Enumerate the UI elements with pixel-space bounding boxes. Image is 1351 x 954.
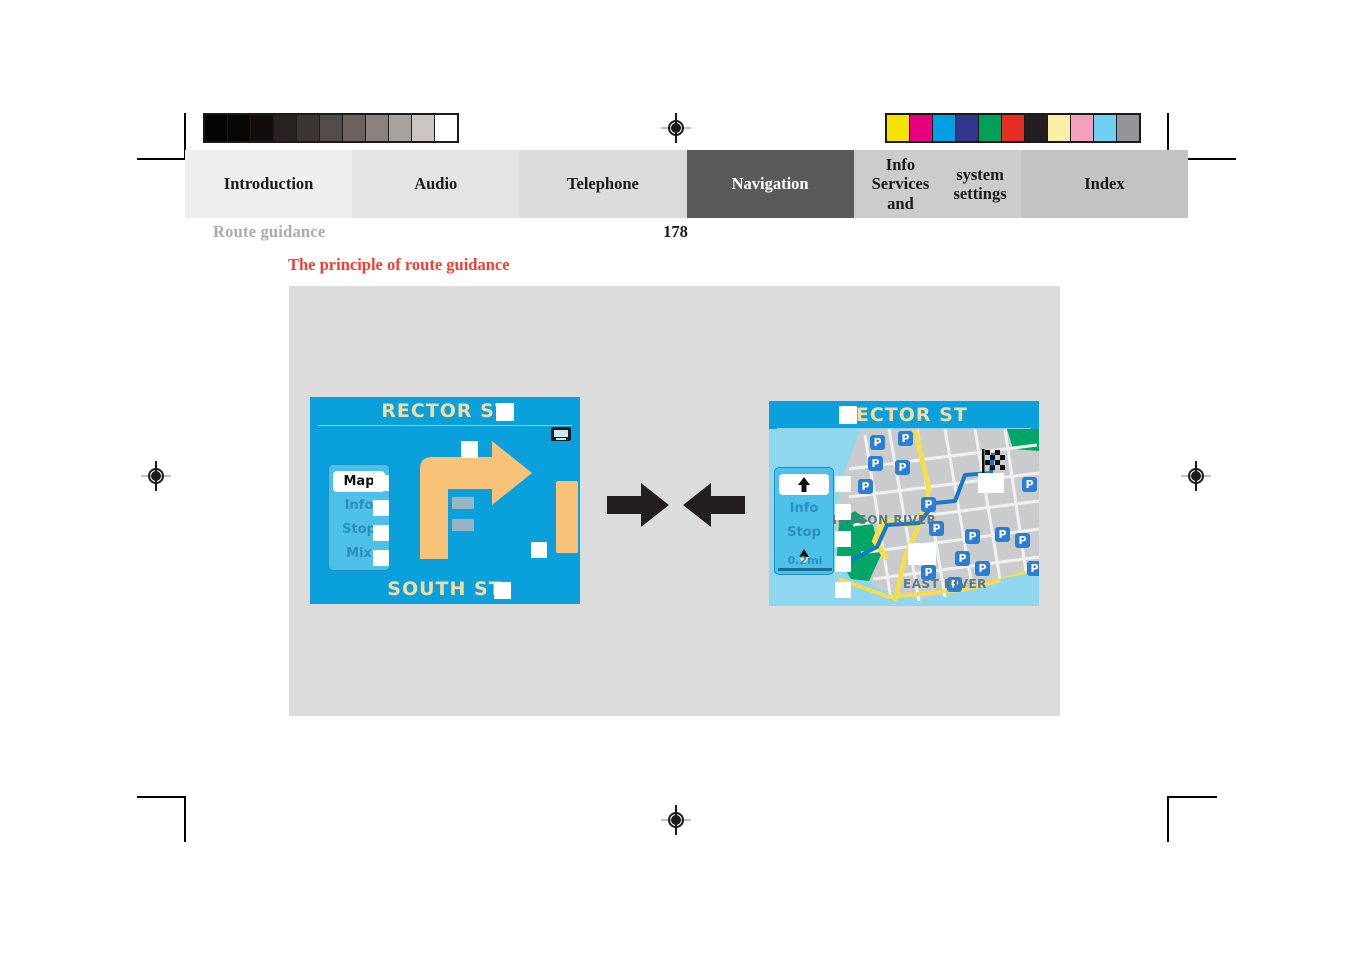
occluder-block [531,542,547,558]
chapter-tab-bar: Introduction Audio Telephone Navigation Info… [185,150,1189,218]
gray-swatch [435,115,457,141]
page-header-band: Introduction Audio Telephone Navigation Info… [185,113,1189,218]
parking-poi-icon[interactable]: P [1022,477,1037,492]
map-label-east-river: EAST RIVER [903,577,987,591]
color-swatch [1048,115,1070,141]
gray-swatch [274,115,296,141]
registration-mark-left [141,461,171,491]
color-swatch [1071,115,1093,141]
grayscale-calibration-strip [203,113,459,143]
screen-title-street: RECTOR ST [840,404,968,426]
title-divider [318,425,572,426]
road-segment-bar [556,481,578,553]
color-swatch [933,115,955,141]
crop-mark-bottom-right-h [1169,796,1217,798]
parking-poi-icon[interactable]: P [868,456,883,471]
map-scale-label: 0.2mi [787,554,823,567]
page-number: 178 [663,222,688,241]
gray-swatch [412,115,434,141]
occluder-block [373,500,389,516]
crop-mark-bottom-left-v [184,796,186,842]
chapter-tab-label: Introduction [223,174,314,194]
chapter-tab-introduction[interactable]: Introduction [185,150,353,218]
chapter-tab-label: Info Services and [871,154,930,213]
occluder-block [461,441,478,458]
screen-title-street: RECTOR ST [381,400,509,422]
crop-mark-top-right-h [1188,158,1236,160]
gray-swatch [251,115,273,141]
nav-screen-map-view[interactable]: RECTOR ST P P P P P P P P P P P P P P P … [769,401,1039,606]
occluder-block [835,531,851,547]
parking-poi-icon[interactable]: P [921,497,936,512]
registration-mark-right [1181,461,1211,491]
screen-bottom-street: SOUTH ST [387,578,503,600]
up-arrow-icon [798,477,810,492]
color-swatch [1025,115,1047,141]
parking-poi-icon[interactable]: P [870,435,885,450]
chapter-tab-label: Audio [414,174,458,194]
gray-swatch [228,115,250,141]
crop-mark-bottom-right-v [1167,796,1169,842]
nav-screen-turn-view[interactable]: RECTOR ST Map Info Stop Mix SOUTH ST [310,397,580,604]
back-arrow-icon [683,483,745,527]
parking-poi-icon[interactable]: P [965,529,980,544]
occluder-block [835,504,851,520]
gray-swatch [343,115,365,141]
forward-arrow-icon [607,483,669,527]
chapter-tab-label: Telephone [567,174,639,194]
chapter-tab-telephone[interactable]: Telephone [519,150,687,218]
gray-swatch [389,115,411,141]
menu-item-stop[interactable]: Stop [779,522,829,543]
occluder-block [835,556,851,572]
color-swatch [910,115,932,141]
color-swatch [887,115,909,141]
color-swatch [1002,115,1024,141]
chapter-tab-index[interactable]: Index [1020,150,1189,218]
occluder-block [908,543,936,565]
display-icon [551,427,571,441]
menu-item-north-up[interactable] [779,474,829,495]
color-swatch [1117,115,1139,141]
menu-item-info[interactable]: Info [779,498,829,519]
section-title: The principle of route guidance [288,255,510,274]
chapter-tab-label: system settings [953,164,1007,203]
chapter-tab-info-services-and[interactable]: Info Services and system settings [853,150,1021,218]
parking-poi-icon[interactable]: P [955,551,970,566]
map-scale-bar [778,568,832,571]
parking-poi-icon[interactable]: P [995,527,1010,542]
parking-poi-icon[interactable]: P [895,460,910,475]
parking-poi-icon[interactable]: P [858,479,873,494]
gray-swatch [366,115,388,141]
gray-swatch [205,115,227,141]
occluder-block [835,476,851,492]
color-calibration-strip [885,113,1141,143]
screen-menu-panel[interactable]: Info Stop 0.2mi [774,467,834,575]
chapter-tab-label: Index [1084,174,1125,194]
parking-poi-icon[interactable]: P [975,561,990,576]
occluder-block [839,406,857,424]
occluder-block [978,473,1004,493]
color-swatch [956,115,978,141]
chapter-tab-label: Navigation [731,174,809,194]
map-scale-indicator: 0.2mi [778,554,832,571]
parking-poi-icon[interactable]: P [898,431,913,446]
occluder-block [494,582,511,599]
crop-mark-bottom-left-h [137,796,185,798]
registration-mark-bottom [661,805,691,835]
color-swatch [1094,115,1116,141]
chapter-tab-audio[interactable]: Audio [352,150,520,218]
parking-poi-icon[interactable]: P [1015,533,1030,548]
occluder-block [373,550,389,566]
color-swatch [979,115,1001,141]
crop-mark-top-left-h [137,158,185,160]
gray-swatch [320,115,342,141]
parking-poi-icon[interactable]: P [1027,561,1039,576]
occluder-block [835,582,851,598]
occluder-block [373,525,389,541]
gray-swatch [297,115,319,141]
chapter-tab-navigation[interactable]: Navigation [686,150,854,218]
occluder-block [373,475,389,491]
occluder-block [496,403,514,421]
